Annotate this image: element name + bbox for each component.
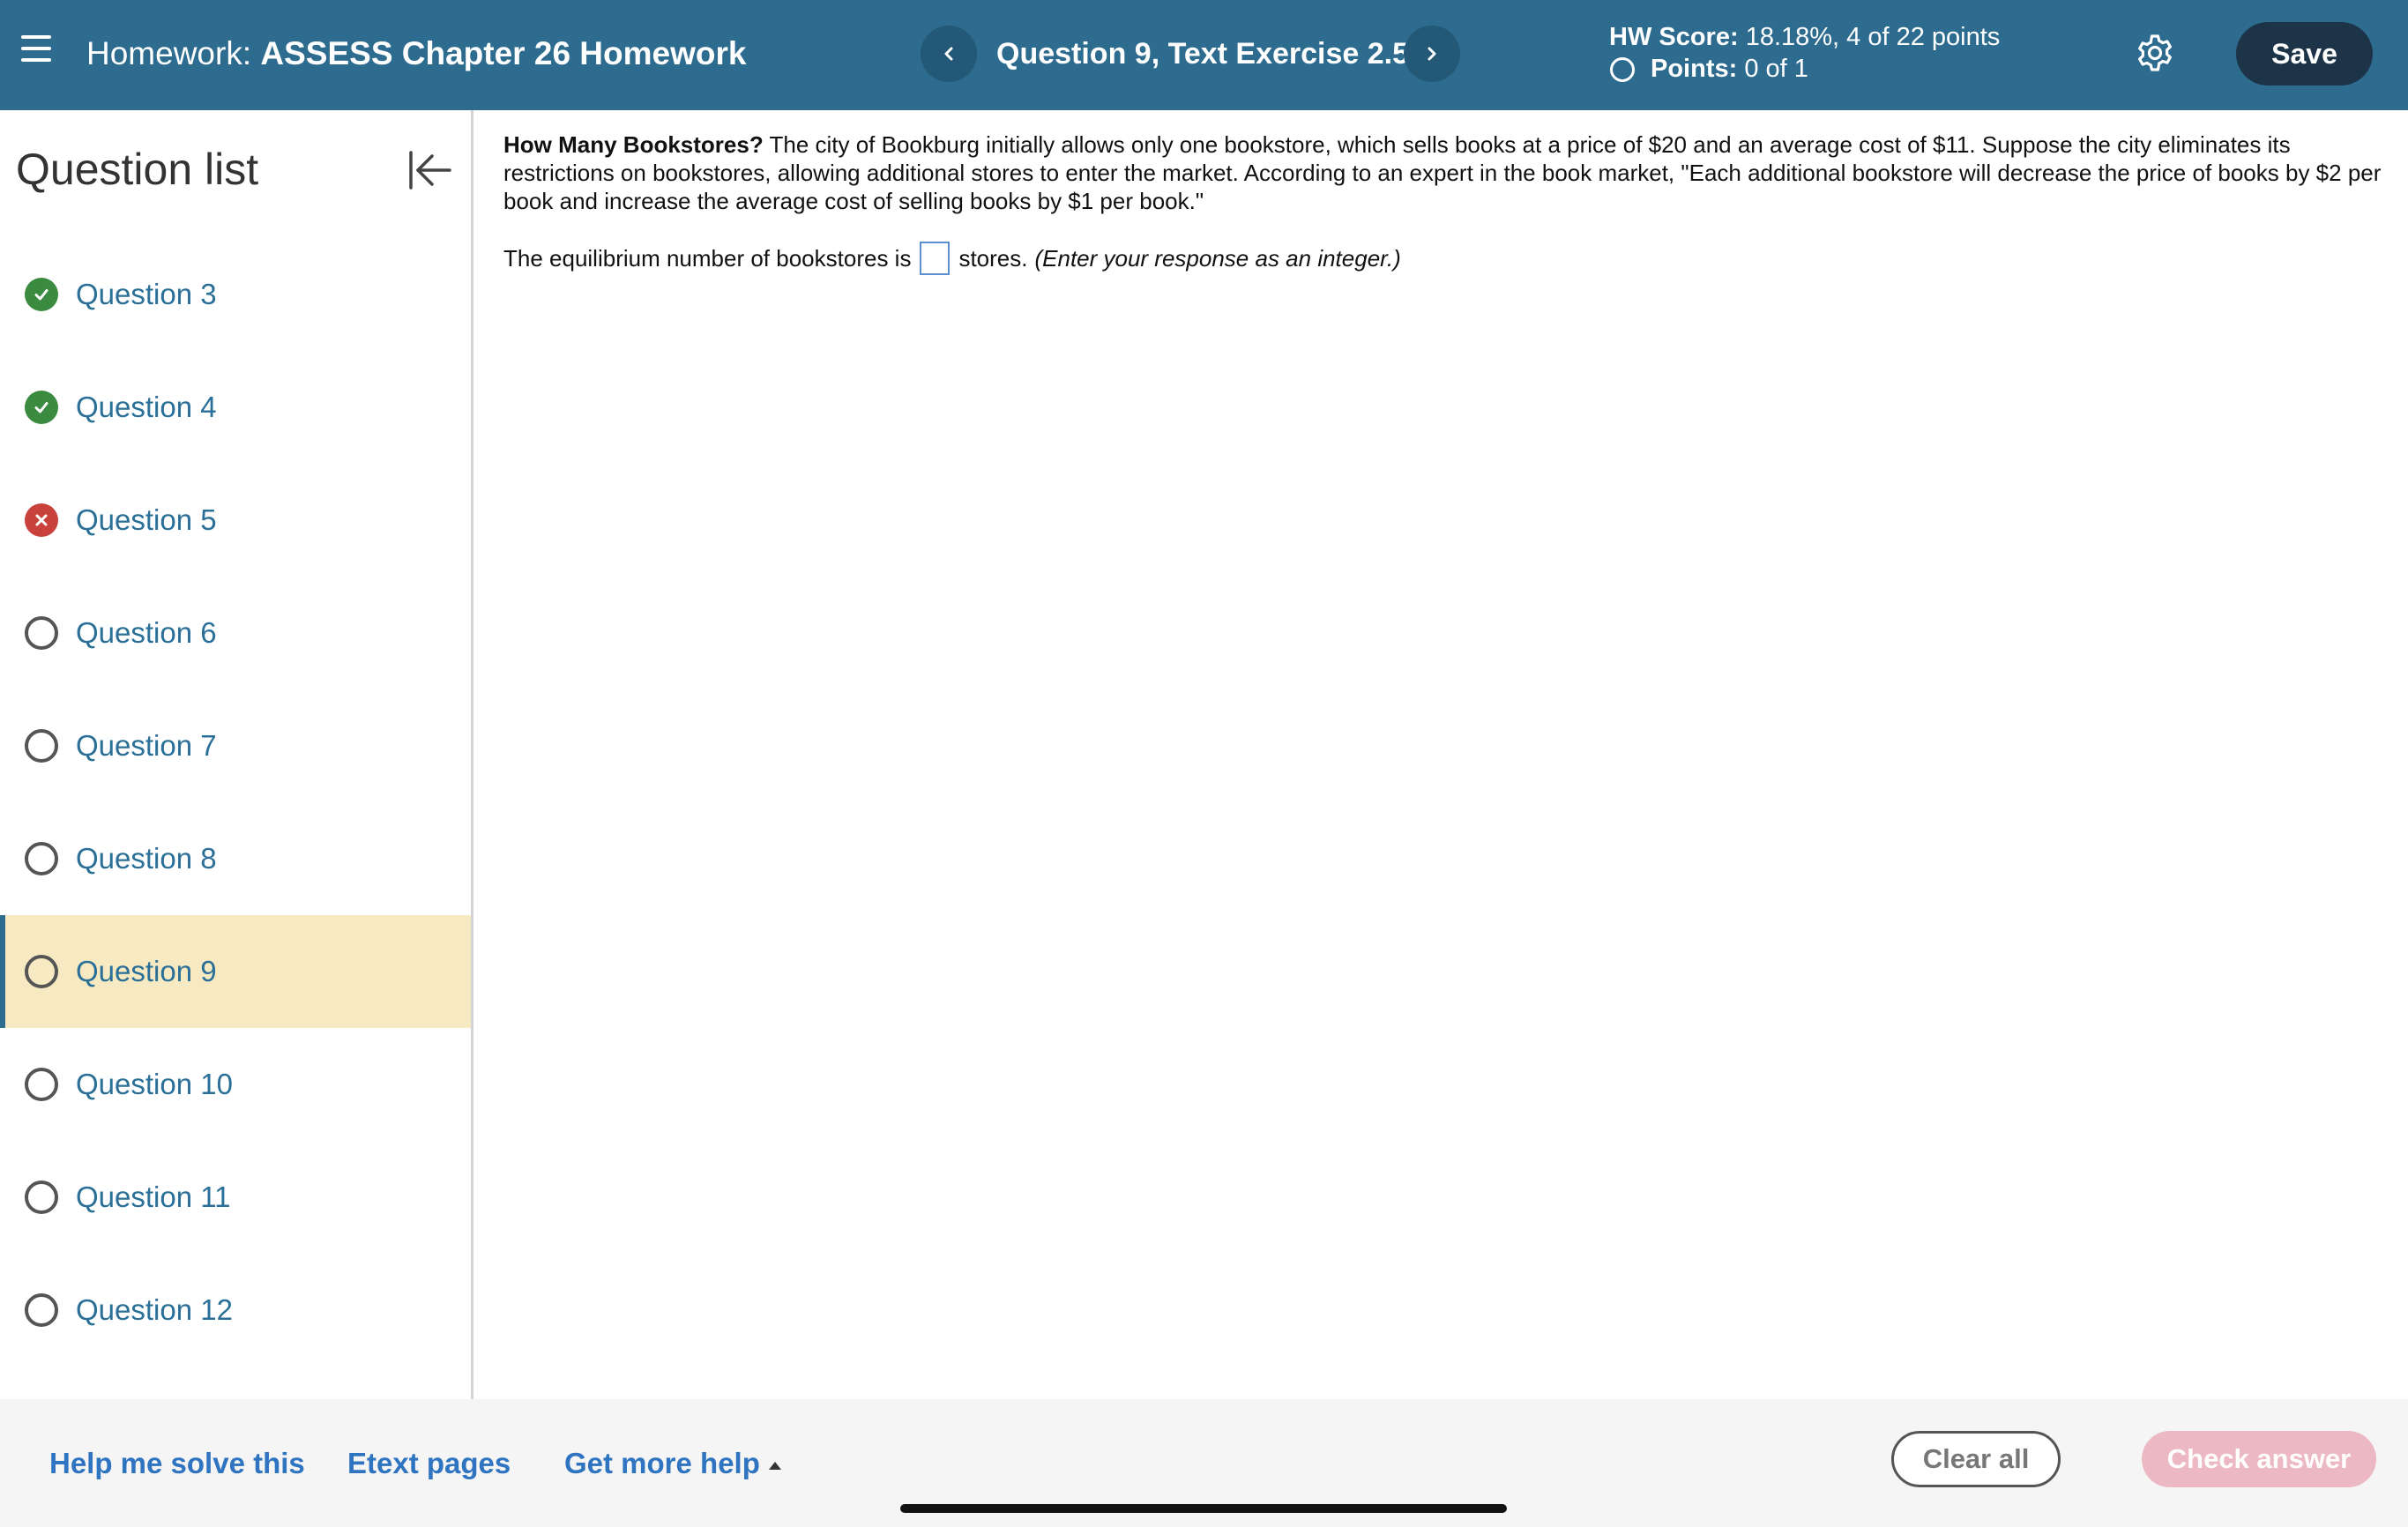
question-title: Question 9, Text Exercise 2.5 bbox=[996, 37, 1410, 71]
question-list-item-label: Question 7 bbox=[76, 729, 217, 762]
chevron-left-icon bbox=[944, 47, 953, 61]
problem-statement: How Many Bookstores? The city of Bookbur… bbox=[503, 130, 2382, 215]
hw-score: HW Score: 18.18%, 4 of 22 points bbox=[1609, 23, 2000, 52]
question-list-panel: Question list Question 3 Question 4 Questi… bbox=[0, 110, 473, 1399]
question-list-item-label: Question 3 bbox=[76, 278, 217, 310]
question-list-item[interactable]: Question 13 bbox=[0, 1367, 471, 1399]
points-label: Points: bbox=[1651, 55, 1738, 83]
hw-score-value: 18.18%, 4 of 22 points bbox=[1745, 23, 2001, 51]
question-list-item[interactable]: Question 12 bbox=[0, 1254, 471, 1367]
next-question-button[interactable] bbox=[1404, 26, 1460, 82]
question-list-item-label: Question 12 bbox=[76, 1293, 233, 1326]
question-list-item-label: Question 9 bbox=[76, 955, 217, 987]
points-status-icon bbox=[1610, 56, 1635, 82]
problem-text: The city of Bookburg initially allows on… bbox=[503, 131, 2382, 214]
homework-title-prefix: Homework: bbox=[86, 35, 252, 71]
get-more-help-label: Get more help bbox=[564, 1447, 760, 1479]
question-content: How Many Bookstores? The city of Bookbur… bbox=[503, 130, 2382, 275]
problem-title: How Many Bookstores? bbox=[503, 131, 764, 158]
get-more-help-link[interactable]: Get more help bbox=[564, 1447, 781, 1480]
home-indicator bbox=[900, 1504, 1507, 1513]
open-circle-icon bbox=[25, 955, 58, 988]
question-list-item-label: Question 5 bbox=[76, 503, 217, 536]
question-list-title: Question list bbox=[16, 145, 259, 194]
collapse-sidebar-icon[interactable] bbox=[406, 145, 455, 195]
answer-line: The equilibrium number of bookstores is … bbox=[503, 242, 2382, 275]
question-list-item[interactable]: Question 7 bbox=[0, 689, 471, 802]
question-list-item[interactable]: Question 9 bbox=[0, 915, 471, 1028]
answer-input[interactable] bbox=[920, 242, 951, 275]
homework-title: Homework: ASSESS Chapter 26 Homework bbox=[86, 35, 746, 72]
caret-up-icon bbox=[768, 1461, 781, 1470]
open-circle-icon bbox=[25, 1293, 58, 1327]
answer-hint: (Enter your response as an integer.) bbox=[1034, 244, 1401, 272]
question-list-item-label: Question 8 bbox=[76, 842, 217, 875]
question-list: Question 3 Question 4 Question 5 Question 6… bbox=[0, 238, 471, 1399]
homework-title-name: ASSESS Chapter 26 Homework bbox=[260, 35, 747, 71]
menu-icon[interactable] bbox=[21, 35, 51, 62]
hw-score-label: HW Score: bbox=[1609, 23, 1739, 51]
x-icon bbox=[25, 503, 58, 537]
save-button[interactable]: Save bbox=[2236, 22, 2373, 86]
question-list-item[interactable]: Question 3 bbox=[0, 238, 471, 351]
chevron-right-icon bbox=[1428, 47, 1436, 61]
clear-all-button[interactable]: Clear all bbox=[1891, 1431, 2061, 1487]
check-answer-button[interactable]: Check answer bbox=[2142, 1431, 2376, 1487]
points-value: 0 of 1 bbox=[1744, 55, 1808, 83]
check-icon bbox=[25, 278, 58, 311]
open-circle-icon bbox=[25, 1181, 58, 1214]
help-me-solve-link[interactable]: Help me solve this bbox=[49, 1447, 305, 1480]
answer-prefix: The equilibrium number of bookstores is bbox=[503, 244, 912, 272]
question-list-item[interactable]: Question 6 bbox=[0, 577, 471, 689]
open-circle-icon bbox=[25, 616, 58, 650]
question-list-item[interactable]: Question 4 bbox=[0, 351, 471, 464]
footer-bar: Help me solve this Etext pages Get more … bbox=[0, 1399, 2408, 1527]
points: Points: 0 of 1 bbox=[1610, 55, 1808, 84]
gear-icon[interactable] bbox=[2134, 32, 2176, 74]
question-list-item-label: Question 4 bbox=[76, 391, 217, 423]
question-list-item-label: Question 11 bbox=[76, 1181, 231, 1213]
answer-suffix: stores. bbox=[958, 244, 1028, 272]
top-bar: Homework: ASSESS Chapter 26 Homework Que… bbox=[0, 0, 2408, 110]
question-list-item[interactable]: Question 11 bbox=[0, 1141, 471, 1254]
check-icon bbox=[25, 391, 58, 424]
question-list-item[interactable]: Question 5 bbox=[0, 464, 471, 577]
question-list-item[interactable]: Question 10 bbox=[0, 1028, 471, 1141]
open-circle-icon bbox=[25, 729, 58, 763]
open-circle-icon bbox=[25, 1068, 58, 1101]
question-list-item[interactable]: Question 8 bbox=[0, 802, 471, 915]
question-list-item-label: Question 10 bbox=[76, 1068, 233, 1100]
open-circle-icon bbox=[25, 842, 58, 875]
question-list-item-label: Question 6 bbox=[76, 616, 217, 649]
etext-pages-link[interactable]: Etext pages bbox=[347, 1447, 511, 1480]
previous-question-button[interactable] bbox=[921, 26, 977, 82]
